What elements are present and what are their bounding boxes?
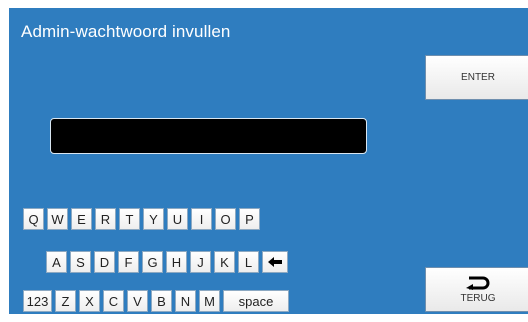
- key-r[interactable]: R: [95, 208, 116, 230]
- key-f[interactable]: F: [118, 251, 139, 273]
- key-k[interactable]: K: [214, 251, 235, 273]
- key-h[interactable]: H: [166, 251, 187, 273]
- backspace-arrow-icon: [268, 257, 282, 267]
- key-n[interactable]: N: [175, 290, 196, 312]
- key-w[interactable]: W: [47, 208, 68, 230]
- return-arrow-icon: [466, 276, 490, 290]
- key-z[interactable]: Z: [55, 290, 76, 312]
- key-v[interactable]: V: [127, 290, 148, 312]
- key-p[interactable]: P: [239, 208, 260, 230]
- key-j[interactable]: J: [190, 251, 211, 273]
- back-button[interactable]: TERUG: [425, 267, 528, 312]
- key-y[interactable]: Y: [143, 208, 164, 230]
- key-123[interactable]: 123: [23, 290, 52, 312]
- enter-button-label: ENTER: [461, 72, 495, 83]
- key-l[interactable]: L: [238, 251, 259, 273]
- login-panel: Admin-wachtwoord invullen ENTER TERUG Q …: [9, 8, 528, 314]
- enter-button[interactable]: ENTER: [425, 55, 528, 100]
- key-c[interactable]: C: [103, 290, 124, 312]
- page-title: Admin-wachtwoord invullen: [21, 22, 231, 41]
- password-input[interactable]: [50, 118, 367, 154]
- key-space[interactable]: space: [223, 290, 289, 312]
- key-o[interactable]: O: [215, 208, 236, 230]
- key-a[interactable]: A: [46, 251, 67, 273]
- key-m[interactable]: M: [199, 290, 220, 312]
- key-x[interactable]: X: [79, 290, 100, 312]
- key-i[interactable]: I: [191, 208, 212, 230]
- key-s[interactable]: S: [70, 251, 91, 273]
- key-backspace[interactable]: [262, 251, 288, 273]
- key-q[interactable]: Q: [23, 208, 44, 230]
- key-b[interactable]: B: [151, 290, 172, 312]
- key-g[interactable]: G: [142, 251, 163, 273]
- screen: Admin-wachtwoord invullen ENTER TERUG Q …: [0, 0, 528, 322]
- key-t[interactable]: T: [119, 208, 140, 230]
- key-u[interactable]: U: [167, 208, 188, 230]
- key-d[interactable]: D: [94, 251, 115, 273]
- key-e[interactable]: E: [71, 208, 92, 230]
- back-button-label: TERUG: [460, 292, 496, 304]
